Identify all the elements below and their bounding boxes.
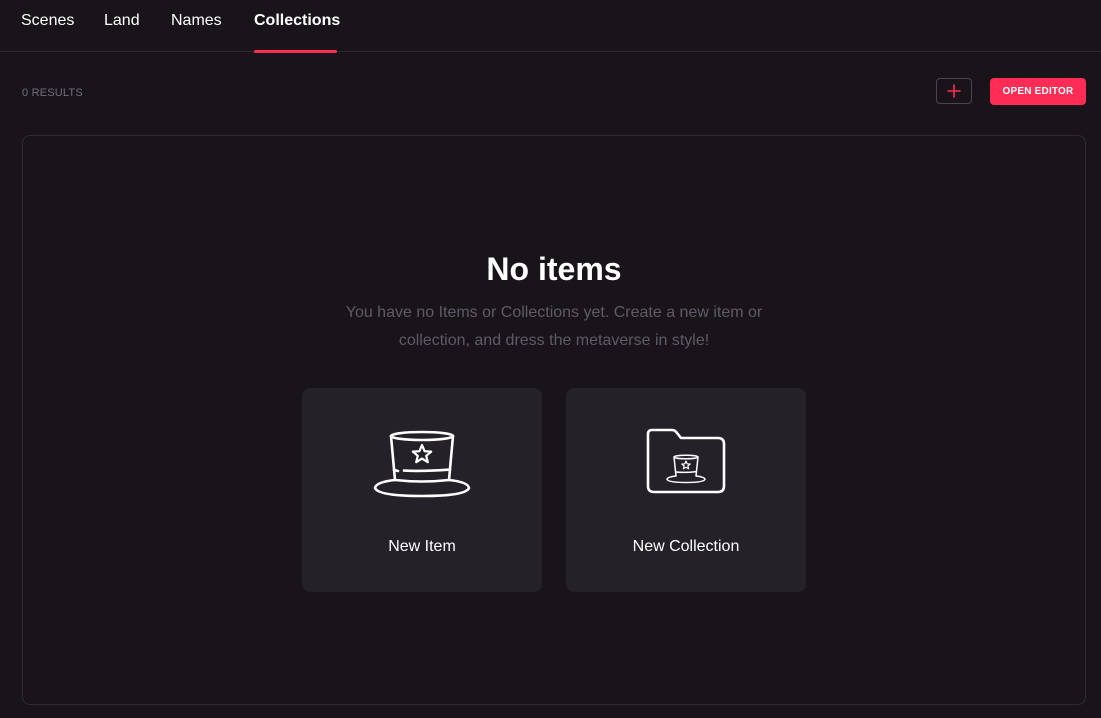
open-editor-button[interactable]: OPEN EDITOR: [990, 78, 1086, 105]
add-button[interactable]: [936, 78, 972, 104]
new-collection-card[interactable]: New Collection: [566, 388, 806, 592]
active-tab-indicator: [254, 50, 337, 53]
empty-state-panel: No items You have no Items or Collection…: [22, 135, 1086, 705]
tab-scenes[interactable]: Scenes: [21, 12, 74, 30]
results-count: 0 RESULTS: [22, 87, 83, 99]
new-item-label: New Item: [388, 538, 456, 555]
top-hat-icon: [373, 430, 471, 498]
top-navigation: Scenes Land Names Collections: [0, 0, 1101, 53]
empty-state-description: You have no Items or Collections yet. Cr…: [345, 304, 763, 349]
tab-collections[interactable]: Collections: [254, 12, 340, 30]
empty-state-title: No items: [486, 251, 622, 287]
new-collection-label: New Collection: [632, 538, 740, 555]
tab-names[interactable]: Names: [171, 12, 222, 30]
tab-land[interactable]: Land: [104, 12, 140, 30]
folder-hat-icon: [646, 428, 726, 494]
new-item-card[interactable]: New Item: [302, 388, 542, 592]
plus-icon: [947, 84, 961, 98]
